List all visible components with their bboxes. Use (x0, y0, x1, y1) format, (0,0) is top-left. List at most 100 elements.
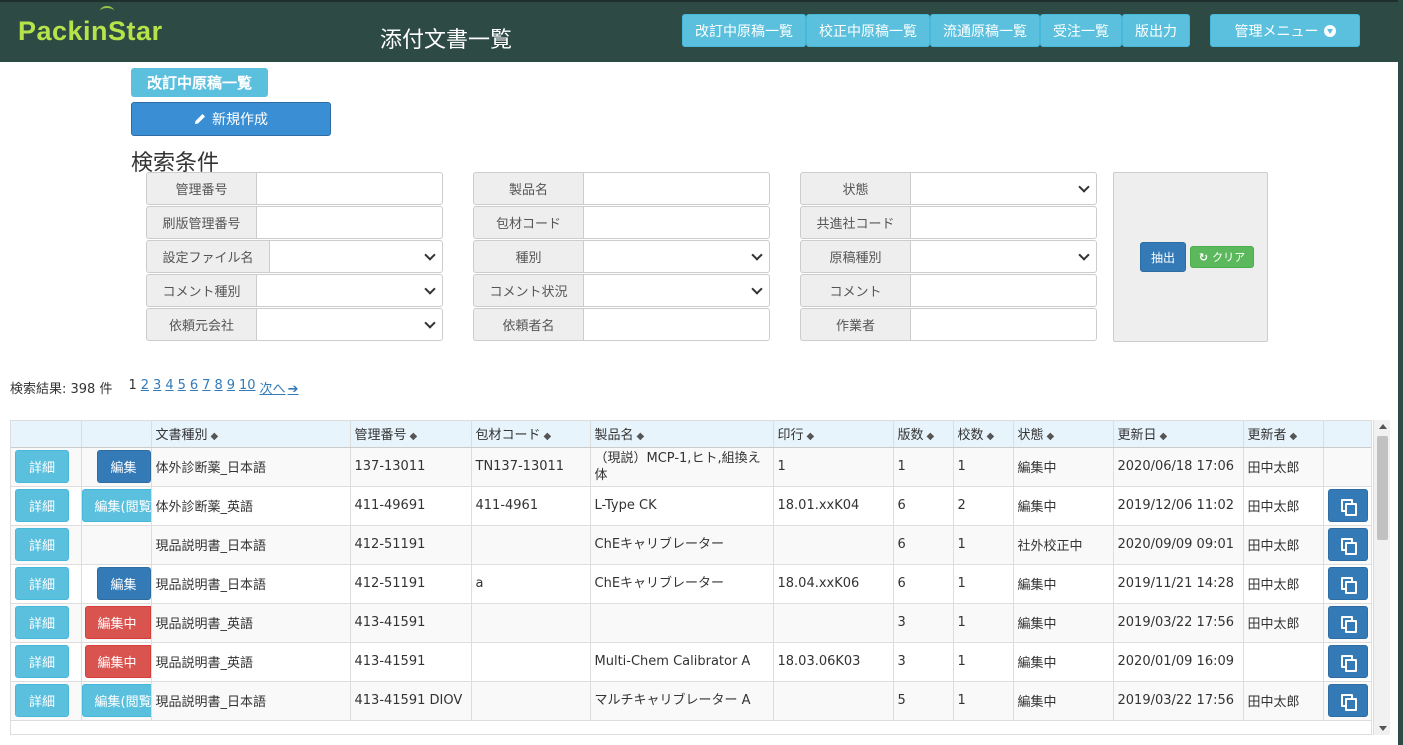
col-updater-header[interactable]: 更新者 ◆ (1243, 421, 1324, 448)
detail-button[interactable]: 詳細 (15, 684, 69, 717)
field-requesting-company: 依頼元会社 (146, 308, 443, 341)
draft-type-select[interactable] (910, 240, 1097, 273)
detail-button[interactable]: 詳細 (15, 606, 69, 639)
mgmt-no-cell: 413-41591 (350, 642, 472, 682)
nav-admin-menu[interactable]: 管理メニュー (1210, 14, 1360, 47)
page-link[interactable]: 7 (202, 378, 210, 397)
edit-cell: 編集 (81, 564, 152, 604)
comment-input[interactable] (910, 274, 1097, 307)
nav-revising-drafts[interactable]: 改訂中原稿一覧 (682, 14, 806, 47)
copy-button[interactable] (1327, 645, 1368, 678)
page-link[interactable]: 9 (227, 378, 235, 397)
scroll-thumb[interactable] (1377, 436, 1388, 540)
results-table: 文書種別 ◆ 管理番号 ◆ 包材コード ◆ 製品名 ◆ 印行 ◆ 版数 ◆ 校数 ◆ 状態 ◆ … (10, 420, 1372, 735)
product-cell: ChEキャリブレーター (590, 525, 774, 565)
kyoshinsha-code-input[interactable] (910, 206, 1097, 239)
doc-type-cell: 現品説明書_英語 (151, 603, 351, 643)
field-comment-status: コメント状況 (473, 274, 770, 307)
sort-icon: ◆ (636, 431, 645, 443)
page-link[interactable]: 2 (141, 378, 149, 397)
next-page-link[interactable]: 次へ ➔ (260, 378, 299, 397)
scroll-up-icon[interactable] (1379, 424, 1387, 429)
page-link[interactable]: 4 (165, 378, 173, 397)
field-label: コメント状況 (473, 274, 583, 307)
field-label: 管理番号 (146, 172, 256, 205)
next-label: 次へ (259, 382, 286, 397)
edit-cell (81, 525, 152, 565)
nav-orders[interactable]: 受注一覧 (1040, 14, 1122, 47)
page-link[interactable]: 5 (178, 378, 186, 397)
settings-file-select[interactable] (269, 240, 443, 273)
table-row: 詳細 編集中 現品説明書_英語 413-41591 Multi-Chem Cal… (11, 642, 1371, 682)
doc-type-cell: 現品説明書_英語 (151, 642, 351, 682)
detail-button[interactable]: 詳細 (15, 528, 69, 561)
packaging-code-input[interactable] (583, 206, 770, 239)
copy-button[interactable] (1327, 606, 1368, 639)
field-label: 共進社コード (800, 206, 910, 239)
page-link[interactable]: 6 (190, 378, 198, 397)
detail-button[interactable]: 詳細 (15, 645, 69, 678)
app-logo[interactable]: PackinStar (18, 16, 163, 47)
nav-plate-output[interactable]: 版出力 (1122, 14, 1190, 47)
page-link[interactable]: 3 (153, 378, 161, 397)
requesting-company-select[interactable] (256, 308, 443, 341)
detail-cell: 詳細 (11, 525, 82, 565)
editing-button[interactable]: 編集中 (84, 606, 150, 639)
mgmt-no-cell: 412-51191 (350, 525, 472, 565)
page-link[interactable]: 8 (214, 378, 222, 397)
edit-view-button[interactable]: 編集(閲覧) (81, 489, 150, 522)
nav-distributed-drafts[interactable]: 流通原稿一覧 (930, 14, 1040, 47)
worker-input[interactable] (910, 308, 1097, 341)
copy-button[interactable] (1327, 567, 1368, 600)
edit-button[interactable]: 編集 (96, 567, 150, 600)
edit-button[interactable]: 編集 (96, 450, 150, 483)
col-code-header[interactable]: 包材コード ◆ (471, 421, 591, 448)
print-cell: 18.03.06K03 (773, 642, 894, 682)
col-print-header[interactable]: 印行 ◆ (773, 421, 894, 448)
page-current: 1 (128, 378, 137, 393)
copy-button[interactable] (1327, 528, 1368, 561)
nav-proofing-drafts[interactable]: 校正中原稿一覧 (806, 14, 930, 47)
col-doc-type-header[interactable]: 文書種別 ◆ (151, 421, 351, 448)
nav-label: 改訂中原稿一覧 (695, 23, 793, 40)
field-label: 作業者 (800, 308, 910, 341)
pagination: 1 2 3 4 5 6 7 8 9 10 次へ ➔ (128, 378, 298, 397)
detail-button[interactable]: 詳細 (15, 450, 69, 483)
table-scrollbar[interactable] (1373, 420, 1390, 735)
proof-cell: 1 (953, 564, 1014, 604)
nav-label: 版出力 (1135, 23, 1177, 40)
editing-button[interactable]: 編集中 (84, 645, 150, 678)
plate-management-number-input[interactable] (256, 206, 443, 239)
col-edition-header[interactable]: 版数 ◆ (893, 421, 954, 448)
col-proof-header[interactable]: 校数 ◆ (953, 421, 1014, 448)
edit-view-button[interactable]: 編集(閲覧) (81, 684, 150, 717)
copy-button[interactable] (1327, 684, 1368, 717)
status-select[interactable] (910, 172, 1097, 205)
scroll-down-icon[interactable] (1379, 726, 1387, 731)
col-status-header[interactable]: 状態 ◆ (1013, 421, 1114, 448)
copy-icon (1340, 615, 1357, 633)
print-cell (773, 525, 894, 565)
management-number-input[interactable] (256, 172, 443, 205)
requester-name-input[interactable] (583, 308, 770, 341)
field-management-number: 管理番号 (146, 172, 443, 205)
clear-button[interactable]: ↻ クリア (1190, 246, 1254, 268)
comment-status-select[interactable] (583, 274, 770, 307)
detail-cell: 詳細 (11, 486, 82, 526)
col-mgmt-no-header[interactable]: 管理番号 ◆ (350, 421, 472, 448)
comment-type-select[interactable] (256, 274, 443, 307)
page-link[interactable]: 10 (239, 378, 256, 397)
field-settings-file: 設定ファイル名 (146, 240, 443, 273)
kind-select[interactable] (583, 240, 770, 273)
copy-button[interactable] (1327, 489, 1368, 522)
product-name-input[interactable] (583, 172, 770, 205)
new-create-button[interactable]: 新規作成 (131, 102, 331, 136)
detail-button[interactable]: 詳細 (15, 489, 69, 522)
extract-button[interactable]: 抽出 (1140, 242, 1186, 272)
proof-cell: 1 (953, 603, 1014, 643)
col-product-header[interactable]: 製品名 ◆ (590, 421, 774, 448)
sort-icon: ◆ (543, 431, 552, 443)
updated-cell: 2019/03/22 17:56 (1113, 681, 1244, 721)
col-updated-header[interactable]: 更新日 ◆ (1113, 421, 1244, 448)
detail-button[interactable]: 詳細 (15, 567, 69, 600)
